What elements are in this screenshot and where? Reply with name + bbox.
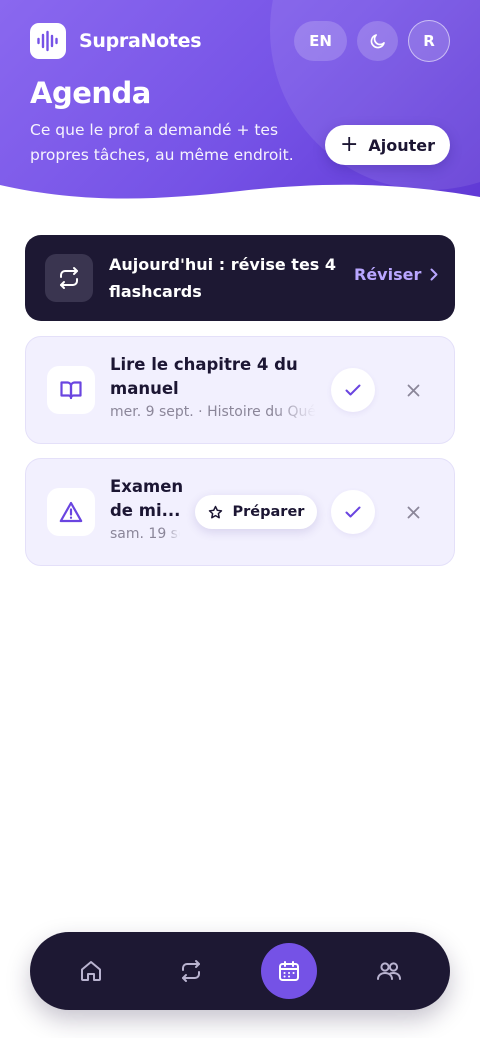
- add-button[interactable]: + Ajouter: [325, 125, 450, 165]
- book-icon: [47, 366, 95, 414]
- task-card[interactable]: Lire le chapitre 4 du manuel mer. 9 sept…: [25, 336, 455, 444]
- prepare-button[interactable]: Préparer: [195, 495, 317, 529]
- nav-home[interactable]: [63, 943, 119, 999]
- review-link[interactable]: Réviser: [354, 265, 438, 284]
- page-subtitle: Ce que le prof a demandé + tes propres t…: [30, 121, 294, 164]
- check-icon: [345, 384, 361, 396]
- header-wave: [0, 184, 480, 215]
- task-meta: sam. 19 sept.: [110, 526, 180, 542]
- calendar-icon: [279, 961, 299, 981]
- review-banner-text: Aujourd'hui : révise tes 4 flashcards: [109, 255, 337, 301]
- nav-review[interactable]: [163, 943, 219, 999]
- check-icon: [345, 506, 361, 518]
- task-title: Examen de mi...: [110, 477, 184, 520]
- task-title: Lire le chapitre 4 du manuel: [110, 355, 298, 398]
- repeat-icon: [45, 254, 93, 302]
- logo-icon: [30, 23, 66, 59]
- language-button[interactable]: EN: [294, 21, 347, 61]
- delete-task-button[interactable]: [397, 496, 429, 528]
- app-name: SupraNotes: [79, 30, 202, 52]
- review-link-label: Réviser: [354, 265, 422, 284]
- close-icon: [407, 506, 419, 518]
- star-icon: [208, 505, 222, 518]
- nav-groups[interactable]: [361, 943, 417, 999]
- plus-icon: +: [339, 132, 359, 157]
- close-icon: [407, 384, 419, 396]
- bottom-nav: [30, 932, 450, 1010]
- dark-mode-button[interactable]: [357, 21, 398, 61]
- complete-task-button[interactable]: [331, 490, 375, 534]
- nav-agenda[interactable]: [261, 943, 317, 999]
- header: SupraNotes EN R Agenda Ce que le prof a …: [0, 0, 480, 215]
- avatar[interactable]: R: [408, 20, 450, 62]
- task-meta: mer. 9 sept. · Histoire du Québec: [110, 404, 316, 420]
- users-icon: [377, 962, 401, 980]
- prepare-button-label: Préparer: [232, 504, 305, 520]
- review-banner[interactable]: Aujourd'hui : révise tes 4 flashcards Ré…: [25, 235, 455, 321]
- moon-icon: [370, 34, 385, 49]
- delete-task-button[interactable]: [397, 374, 429, 406]
- brand[interactable]: SupraNotes: [30, 23, 202, 59]
- chevron-right-icon: [430, 268, 438, 281]
- warning-icon: [47, 488, 95, 536]
- repeat-icon: [182, 960, 200, 982]
- home-icon: [81, 961, 101, 981]
- complete-task-button[interactable]: [331, 368, 375, 412]
- add-button-label: Ajouter: [368, 135, 436, 155]
- page-title: Agenda: [30, 76, 151, 110]
- task-card[interactable]: Examen de mi... sam. 19 sept. Préparer: [25, 458, 455, 566]
